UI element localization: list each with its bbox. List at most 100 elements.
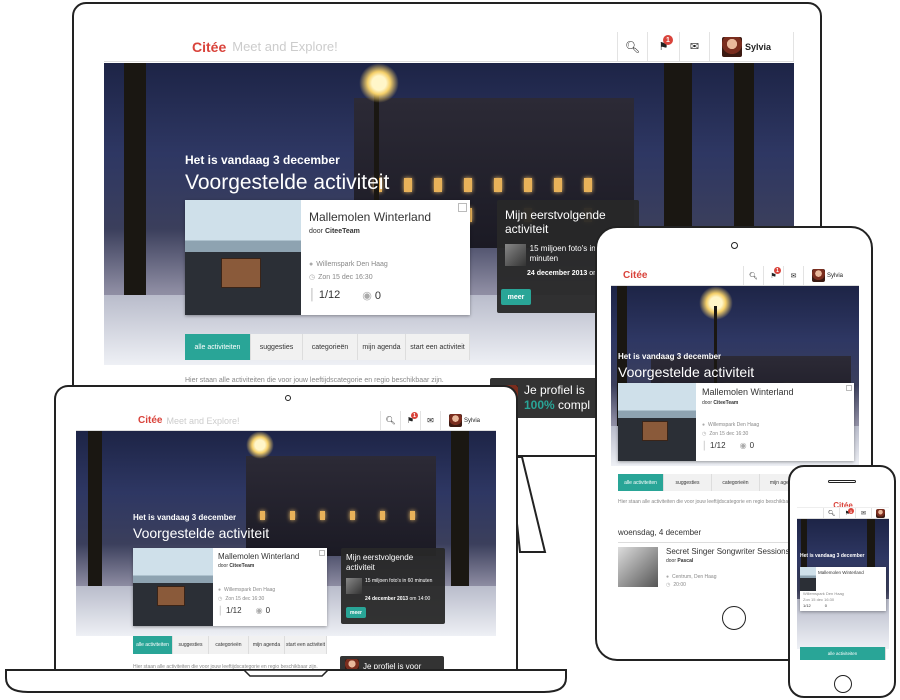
search-button[interactable]: 🔍︎	[823, 508, 839, 518]
more-button[interactable]: meer	[501, 289, 531, 305]
tab-suggestions[interactable]: suggesties	[173, 636, 209, 654]
activity-location: Willemspark Den Haag	[708, 422, 760, 428]
envelope-icon: ✉	[689, 41, 700, 53]
profile-text: Je profiel is	[524, 383, 585, 397]
search-button[interactable]: 🔍︎	[617, 32, 647, 61]
tab-my-agenda[interactable]: mijn agenda	[358, 334, 406, 360]
desktop-navbar: Citée Meet and Explore! 🔍︎ ⚑ 1 ✉ Sylvia	[104, 32, 794, 62]
activity-location: Willemspark Den Haag	[316, 261, 388, 268]
tab-start-activity[interactable]: start een activiteit	[285, 636, 327, 654]
views-count: 0	[374, 290, 382, 302]
activity-photo	[185, 200, 301, 315]
location-icon: ●	[702, 422, 706, 428]
logo[interactable]: Citée	[138, 415, 162, 426]
activity-tabs: alle activiteiten suggesties categorieën…	[133, 636, 327, 654]
tab-start-activity[interactable]: start een activiteit	[406, 334, 470, 360]
next-activity-date: 24 december 2013	[527, 270, 588, 277]
tagline: Meet and Explore!	[232, 39, 338, 54]
phone-navbar: Citée 🔍︎ ⚑ 1 ✉	[797, 495, 889, 519]
notification-badge: 1	[774, 267, 781, 274]
search-button[interactable]: 🔍︎	[380, 411, 400, 430]
avatar	[449, 414, 462, 427]
intro-text: Hier staan alle activiteiten die voor jo…	[618, 499, 789, 505]
eye-icon: ◉	[362, 290, 372, 302]
user-menu[interactable]: Sylvia	[803, 266, 859, 285]
event-title[interactable]: Secret Singer Songwriter Sessions	[666, 547, 790, 556]
search-button[interactable]: 🔍︎	[743, 266, 763, 285]
location-icon: ●	[309, 261, 314, 268]
next-activity-thumb	[346, 578, 362, 594]
messages-button[interactable]: ✉	[855, 508, 871, 518]
home-button[interactable]	[722, 606, 746, 630]
tab-categories[interactable]: categorieën	[303, 334, 358, 360]
organizer-name: CiteeTeam	[229, 563, 255, 569]
notifications-button[interactable]: ⚑ 1	[839, 508, 855, 518]
tab-all-activities[interactable]: alle activiteiten	[618, 474, 664, 491]
suggested-activity-card[interactable]: Mallemolen Winterland Willemspark Den Ha…	[800, 567, 886, 611]
avatar	[876, 508, 885, 518]
event-location: Centrum, Den Haag	[672, 574, 717, 580]
organizer-name: CiteeTeam	[324, 228, 360, 235]
tab-all-activities[interactable]: alle activiteiten	[800, 647, 886, 660]
next-activity-time: 14:00	[417, 596, 431, 602]
clock-icon: ◷	[309, 274, 316, 281]
tab-categories[interactable]: categorieën	[712, 474, 760, 491]
activity-title[interactable]: Mallemolen Winterland	[702, 387, 848, 397]
messages-button[interactable]: ✉	[679, 32, 709, 61]
activity-title[interactable]: Mallemolen Winterland	[816, 567, 866, 591]
hero-date: Het is vandaag 3 december	[185, 153, 340, 167]
avatar	[812, 269, 825, 282]
bookmark-icon[interactable]	[319, 550, 325, 556]
laptop: Citée Meet and Explore! 🔍︎ ⚑1 ✉ Sylvia	[54, 385, 518, 672]
bookmark-icon[interactable]	[846, 385, 852, 391]
activity-datetime: Zon 15 dec 16:30	[709, 431, 749, 437]
user-menu[interactable]: Sylvia	[440, 411, 496, 430]
suggested-activity-card[interactable]: Mallemolen Winterland door CiteeTeam ● Wi…	[618, 383, 854, 461]
messages-button[interactable]: ✉	[783, 266, 803, 285]
activity-tabs: alle activiteiten suggesties categorieën…	[185, 334, 470, 360]
event-time: 20:00	[673, 582, 686, 588]
search-icon: 🔍︎	[749, 272, 758, 280]
person-icon: │	[309, 289, 316, 301]
tab-all-activities[interactable]: alle activiteiten	[185, 334, 251, 360]
hero-date: Het is vandaag 3 december	[618, 352, 722, 361]
next-activity-time-prefix: om	[409, 596, 417, 602]
by-prefix: door	[218, 563, 229, 569]
next-activity-card: Mijn eerstvolgende activiteit 15 miljoen…	[341, 548, 445, 624]
activity-datetime: Zon 15 dec 16:30	[318, 274, 373, 281]
tab-suggestions[interactable]: suggesties	[664, 474, 712, 491]
more-button[interactable]: meer	[346, 607, 366, 618]
logo[interactable]: Citée	[192, 39, 226, 55]
notifications-button[interactable]: ⚑ 1	[647, 32, 679, 61]
next-activity-thumb	[505, 244, 526, 266]
clock-icon: ◷	[702, 431, 707, 437]
next-activity-title[interactable]: 15 miljoen foto's in 60 minuten	[365, 578, 432, 594]
user-name: Sylvia	[827, 272, 844, 279]
activity-title[interactable]: Mallemolen Winterland	[309, 210, 462, 224]
bookmark-icon[interactable]	[458, 203, 467, 212]
tab-categories[interactable]: categorieën	[209, 636, 249, 654]
home-button[interactable]	[834, 675, 852, 693]
tab-my-agenda[interactable]: mijn agenda	[249, 636, 285, 654]
by-prefix: door	[309, 228, 324, 235]
user-menu[interactable]	[871, 508, 889, 518]
activity-location: Willemspark Den Haag	[224, 587, 276, 593]
search-icon: 🔍︎	[385, 416, 396, 425]
tab-suggestions[interactable]: suggesties	[251, 334, 303, 360]
avatar	[722, 36, 742, 57]
tagline: Meet and Explore!	[166, 415, 240, 426]
user-menu[interactable]: Sylvia	[709, 32, 794, 61]
views-count: 0	[265, 606, 271, 615]
hero-heading: Voorgestelde activiteit	[185, 171, 390, 194]
activity-title[interactable]: Mallemolen Winterland	[218, 552, 322, 561]
messages-button[interactable]: ✉	[420, 411, 440, 430]
notifications-button[interactable]: ⚑ 1	[400, 411, 420, 430]
tab-all-activities[interactable]: alle activiteiten	[133, 636, 173, 654]
logo[interactable]: Citée	[623, 270, 647, 281]
notifications-button[interactable]: ⚑ 1	[763, 266, 783, 285]
suggested-activity-card[interactable]: Mallemolen Winterland door CiteeTeam ● Wi…	[185, 200, 470, 315]
participants-count: 1/12	[318, 289, 341, 301]
profile-percent: 100%	[524, 398, 555, 412]
suggested-activity-card[interactable]: Mallemolen Winterland door CiteeTeam ● Wi…	[133, 548, 327, 626]
participants-count: 1/12	[803, 603, 811, 608]
